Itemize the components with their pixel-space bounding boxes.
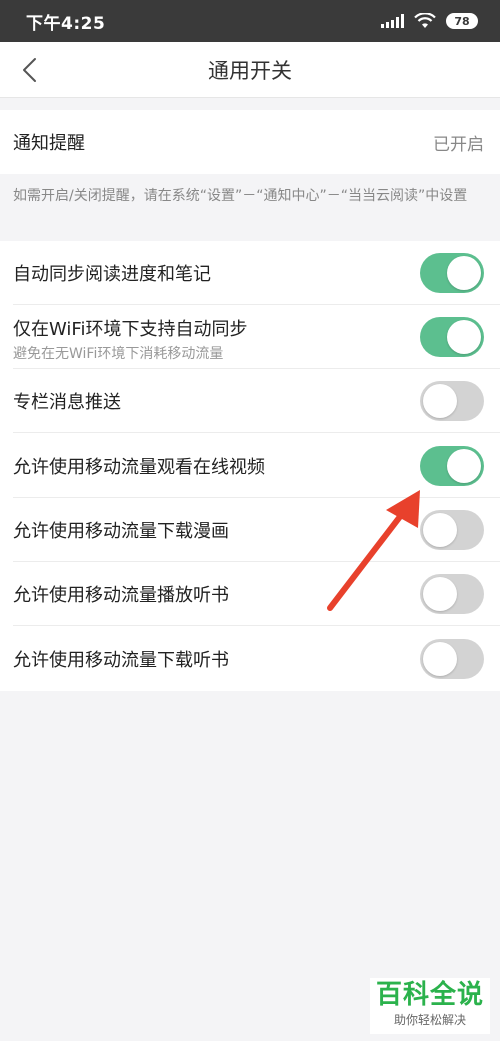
setting-title: 自动同步阅读进度和笔记 <box>13 264 211 285</box>
toggle-switch[interactable] <box>420 381 484 421</box>
setting-title: 允许使用移动流量播放听书 <box>13 585 229 606</box>
setting-title: 允许使用移动流量下载漫画 <box>13 521 229 542</box>
notification-row[interactable]: 通知提醒 已开启 <box>0 110 500 174</box>
setting-title: 仅在WiFi环境下支持自动同步 <box>13 319 248 340</box>
toggle-knob <box>423 642 457 676</box>
wifi-icon <box>414 13 436 28</box>
setting-title: 专栏消息推送 <box>13 392 121 413</box>
annotation-arrow-icon <box>327 490 420 611</box>
row-divider <box>13 625 500 626</box>
arrow-head <box>386 490 420 528</box>
setting-column-push: 专栏消息推送 <box>0 369 500 433</box>
row-divider <box>13 432 500 433</box>
notification-hint: 如需开启/关闭提醒，请在系统“设置”－“通知中心”－“当当云阅读”中设置 <box>13 188 468 204</box>
toggle-switch[interactable] <box>420 253 484 293</box>
back-button[interactable] <box>10 50 50 90</box>
status-time: 下午4:25 <box>26 13 106 34</box>
toggle-switch[interactable] <box>420 317 484 357</box>
setting-mobile-audiobook-download: 允许使用移动流量下载听书 <box>0 627 500 691</box>
toggle-knob <box>447 449 481 483</box>
battery-icon: 78 <box>446 13 478 29</box>
status-bar: 下午4:25 78 <box>0 0 500 42</box>
status-icons: 78 <box>381 13 478 29</box>
toggle-knob <box>423 384 457 418</box>
setting-title: 允许使用移动流量观看在线视频 <box>13 457 265 478</box>
setting-title: 允许使用移动流量下载听书 <box>13 650 229 671</box>
setting-auto-sync: 自动同步阅读进度和笔记 <box>0 241 500 305</box>
nav-bar: 通用开关 <box>0 42 500 98</box>
toggle-knob <box>447 256 481 290</box>
page-title: 通用开关 <box>208 58 292 83</box>
notification-label: 通知提醒 <box>13 133 85 154</box>
setting-subtitle: 避免在无WiFi环境下消耗移动流量 <box>13 346 224 362</box>
signal-icon <box>381 14 404 28</box>
watermark-title: 百科全说 <box>375 980 484 1010</box>
watermark-subtitle: 助你轻松解决 <box>393 1013 466 1027</box>
arrow-shaft <box>327 511 405 611</box>
watermark: 百科全说 助你轻松解决 <box>370 978 490 1034</box>
notification-status: 已开启 <box>433 134 484 155</box>
toggle-knob <box>447 320 481 354</box>
settings-list: 自动同步阅读进度和笔记 仅在WiFi环境下支持自动同步 避免在无WiFi环境下消… <box>0 241 500 691</box>
toggle-switch[interactable] <box>420 639 484 679</box>
chevron-left-icon <box>23 58 36 82</box>
setting-wifi-only-sync: 仅在WiFi环境下支持自动同步 避免在无WiFi环境下消耗移动流量 <box>0 305 500 369</box>
